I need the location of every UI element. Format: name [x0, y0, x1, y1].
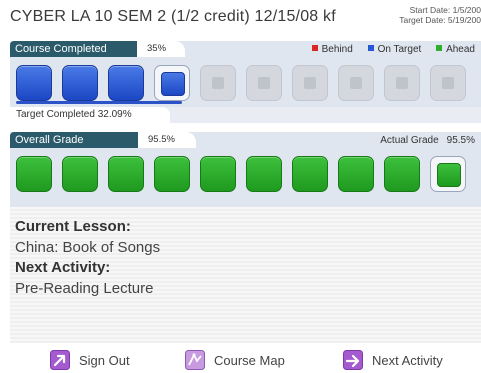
- grade-progress-panel: Overall Grade 95.5% Actual Grade 95.5%: [10, 132, 481, 207]
- grade-progress-block-1: [16, 156, 52, 192]
- target-date: Target Date: 5/19/200: [399, 15, 481, 25]
- actual-grade-value: 95.5%: [446, 135, 475, 146]
- legend-on-target: On Target: [367, 44, 422, 55]
- course-progress-block-7: [292, 65, 328, 101]
- course-map-icon: [185, 350, 205, 370]
- sign-out-label: Sign Out: [79, 352, 130, 368]
- grade-progress-block-2: [62, 156, 98, 192]
- course-progress-block-4: [154, 65, 190, 101]
- legend-ahead: Ahead: [436, 44, 475, 55]
- course-title: CYBER LA 10 SEM 2 (1/2 credit) 12/15/08 …: [10, 8, 336, 25]
- legend-ahead-label: Ahead: [446, 44, 475, 55]
- course-completed-tab: Course Completed: [10, 41, 137, 57]
- next-activity-button[interactable]: Next Activity: [343, 350, 443, 370]
- course-progress-block-3: [108, 65, 144, 101]
- next-activity-value: Pre-Reading Lecture: [15, 280, 154, 297]
- actual-grade: Actual Grade 95.5%: [380, 135, 475, 146]
- target-progress-line: [16, 101, 182, 104]
- course-map-button[interactable]: Course Map: [185, 350, 285, 370]
- grade-progress-block-7: [292, 156, 328, 192]
- overall-grade-tab: Overall Grade: [10, 132, 138, 148]
- course-map-label: Course Map: [214, 352, 285, 368]
- course-progress-block-1: [16, 65, 52, 101]
- grade-progress-block-3: [108, 156, 144, 192]
- sign-out-icon: [50, 350, 70, 370]
- start-date: Start Date: 1/5/200: [409, 5, 481, 15]
- target-completed: Target Completed 32.09%: [10, 107, 170, 123]
- grade-progress-block-6: [246, 156, 282, 192]
- course-progress-panel: Course Completed 35% Behind On Target Ah…: [10, 41, 481, 123]
- next-activity-label: Next Activity:: [15, 259, 111, 276]
- grade-progress-block-9: [384, 156, 420, 192]
- on-target-swatch: [367, 45, 374, 51]
- course-progress-block-6: [246, 65, 282, 101]
- overall-grade-percent: 95.5%: [138, 132, 196, 148]
- next-activity-label: Next Activity: [372, 352, 443, 368]
- course-progress-block-2: [62, 65, 98, 101]
- grade-progress-block-4: [154, 156, 190, 192]
- course-progress-block-8: [338, 65, 374, 101]
- course-progress-blocks: [10, 63, 481, 103]
- legend-behind: Behind: [311, 44, 353, 55]
- grade-progress-blocks: [10, 154, 481, 194]
- course-header: CYBER LA 10 SEM 2 (1/2 credit) 12/15/08 …: [0, 0, 481, 36]
- footer-nav: Sign Out Course Map Next Activity: [0, 345, 481, 373]
- course-dates: Start Date: 1/5/200 Target Date: 5/19/20…: [399, 5, 481, 25]
- course-progress-block-10: [430, 65, 466, 101]
- legend-on-target-label: On Target: [377, 44, 422, 55]
- current-lesson-label: Current Lesson:: [15, 218, 131, 235]
- behind-swatch: [311, 45, 318, 51]
- ahead-swatch: [436, 45, 443, 51]
- actual-grade-label: Actual Grade: [380, 135, 439, 146]
- grade-progress-block-5: [200, 156, 236, 192]
- grade-progress-block-8: [338, 156, 374, 192]
- current-lesson-value: China: Book of Songs: [15, 239, 161, 256]
- grade-progress-block-10: [430, 156, 466, 192]
- sign-out-button[interactable]: Sign Out: [50, 350, 130, 370]
- course-completed-percent: 35%: [137, 41, 185, 57]
- course-progress-block-5: [200, 65, 236, 101]
- pace-legend: Behind On Target Ahead: [300, 44, 475, 55]
- legend-behind-label: Behind: [321, 44, 353, 55]
- next-activity-icon: [343, 350, 363, 370]
- course-progress-block-9: [384, 65, 420, 101]
- lesson-info: Current Lesson: China: Book of Songs Nex…: [10, 207, 481, 343]
